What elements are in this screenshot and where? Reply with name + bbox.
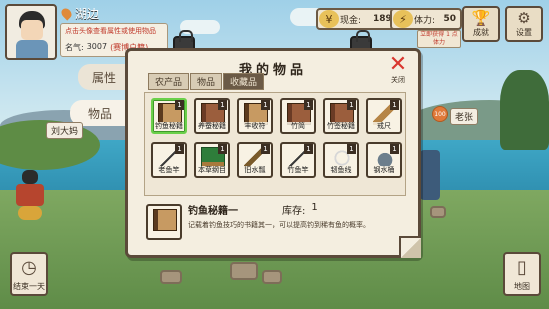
achievement-label: 成就: [473, 28, 489, 37]
stock-label: 库存:: [282, 206, 306, 217]
item-slot[interactable]: 1 养蚕秘籍: [194, 98, 230, 134]
item-slot[interactable]: 1 竹签秘籍: [323, 98, 359, 134]
rock: [430, 206, 446, 218]
item-slot[interactable]: 1 丰收符: [237, 98, 273, 134]
item-grid-area: 1 钓鱼秘籍 1 养蚕秘籍 1 丰收符 1 竹简 1 竹签秘籍 1 戒尺 1 老鱼竿 1 本草纲目 1 旧水瓢 1 竹…: [144, 92, 406, 196]
page-curl: [399, 236, 421, 258]
location-label: 湖边: [59, 5, 100, 21]
cash-icon: ¥: [319, 10, 339, 28]
item-count: 1: [218, 100, 227, 110]
detail-item-name: 钓鱼秘籍一: [188, 206, 238, 217]
stamina-refill-button[interactable]: 立即获得 1 点体力: [417, 30, 461, 48]
settings-button[interactable]: ⚙ 设置: [505, 6, 543, 42]
settings-label: 设置: [516, 28, 532, 37]
item-name: 竹鱼竿: [283, 166, 313, 175]
item-slot[interactable]: 1 本草纲目: [194, 142, 230, 178]
fame-label: 名气:: [65, 43, 84, 52]
item-name: 旧水瓢: [240, 166, 270, 175]
item-slot[interactable]: 1 钢水桶: [366, 142, 402, 178]
tab-goods[interactable]: 物品: [190, 73, 223, 90]
fisherman-npc[interactable]: [10, 170, 50, 220]
rock: [262, 270, 282, 284]
tab-collectibles[interactable]: 收藏品: [223, 73, 265, 90]
rock: [230, 262, 258, 280]
tab-farm-products[interactable]: 农产品: [148, 73, 190, 90]
item-count: 1: [175, 144, 184, 154]
item-name: 竹简: [283, 122, 313, 131]
item-count: 1: [304, 100, 313, 110]
item-name: 养蚕秘籍: [197, 122, 227, 131]
item-count: 1: [390, 144, 399, 154]
item-count: 1: [304, 144, 313, 154]
player-avatar[interactable]: [5, 4, 57, 60]
tab-attributes-label: 属性: [91, 70, 116, 85]
item-detail: 钓鱼秘籍一 库存: 1 记载着钓鱼技巧的书籍其一，可以提高钓到稀有鱼的概率。: [144, 200, 412, 252]
item-grid: 1 钓鱼秘籍 1 养蚕秘籍 1 丰收符 1 竹简 1 竹签秘籍 1 戒尺 1 老鱼竿 1 本草纲目 1 旧水瓢 1 竹…: [151, 98, 402, 178]
cash-label: 现金:: [340, 15, 362, 26]
stamina-label: 体力:: [414, 15, 436, 26]
rock: [160, 270, 182, 284]
item-count: 1: [390, 100, 399, 110]
close-icon: ✕: [388, 52, 408, 77]
item-name: 本草纲目: [197, 166, 227, 175]
tree: [500, 70, 549, 150]
item-slot[interactable]: 1 旧水瓢: [237, 142, 273, 178]
item-name: 钢水桶: [369, 166, 399, 175]
stamina-value: 50: [443, 14, 456, 24]
item-count: 1: [218, 144, 227, 154]
npc-name-liudama[interactable]: 刘大妈: [46, 122, 84, 139]
end-day-label: 结束一天: [13, 282, 45, 291]
item-count: 1: [347, 100, 356, 110]
npc-friendship-badge: 100: [432, 106, 448, 122]
trophy-icon: 🏆: [471, 8, 491, 27]
fame-value: 3007: [86, 42, 108, 51]
location-pin-icon: [59, 5, 74, 21]
achievement-button[interactable]: 🏆 成就: [462, 6, 500, 42]
location-name: 湖边: [75, 6, 100, 21]
detail-description: 记载着钓鱼技巧的书籍其一，可以提高钓到稀有鱼的概率。: [188, 221, 370, 229]
item-count: 1: [261, 144, 270, 154]
clock-icon: ◷: [21, 257, 37, 278]
gear-icon: ⚙: [517, 8, 531, 27]
map-label: 地图: [514, 282, 530, 291]
item-name: 钓鱼秘籍: [154, 122, 184, 131]
book-icon: [153, 209, 177, 231]
end-day-button[interactable]: ◷ 结束一天: [10, 252, 48, 296]
item-count: 1: [261, 100, 270, 110]
item-name: 丰收符: [240, 122, 270, 131]
close-label: 关闭: [391, 76, 405, 84]
item-slot[interactable]: 1 韧鱼线: [323, 142, 359, 178]
stamina-pill: ⚡ 体力: 50: [390, 8, 462, 30]
stock-value: 1: [311, 202, 318, 213]
item-count: 1: [347, 144, 356, 154]
inventory-tabs: 农产品 物品 收藏品: [148, 73, 265, 90]
map-button[interactable]: ▯ 地图: [503, 252, 541, 296]
stamina-icon: ⚡: [393, 10, 413, 28]
item-name: 老鱼竿: [154, 166, 184, 175]
item-slot[interactable]: 1 竹鱼竿: [280, 142, 316, 178]
item-name: 戒尺: [369, 122, 399, 131]
laozhang-npc[interactable]: [420, 150, 440, 200]
close-button[interactable]: ✕ 关闭: [384, 52, 412, 85]
tab-items-label: 物品: [87, 106, 112, 121]
npc-name-laozhang[interactable]: 老张: [450, 108, 479, 125]
avatar-hint: 点击头像查看属性或使用物品: [65, 27, 156, 35]
tab-attributes[interactable]: 属性: [78, 64, 130, 90]
item-slot[interactable]: 1 戒尺: [366, 98, 402, 134]
detail-item-icon: [146, 204, 182, 240]
item-name: 竹签秘籍: [326, 122, 356, 131]
inventory-panel: 我的物品 ✕ 关闭 农产品 物品 收藏品 1 钓鱼秘籍 1 养蚕秘籍 1 丰收符 1 竹简 1 竹…: [125, 48, 421, 258]
detail-stock: 库存: 1: [282, 202, 318, 217]
item-name: 韧鱼线: [326, 166, 356, 175]
item-slot[interactable]: 1 竹简: [280, 98, 316, 134]
map-door-icon: ▯: [517, 257, 527, 278]
item-slot[interactable]: 1 钓鱼秘籍: [151, 98, 187, 134]
item-slot[interactable]: 1 老鱼竿: [151, 142, 187, 178]
item-count: 1: [175, 100, 184, 110]
